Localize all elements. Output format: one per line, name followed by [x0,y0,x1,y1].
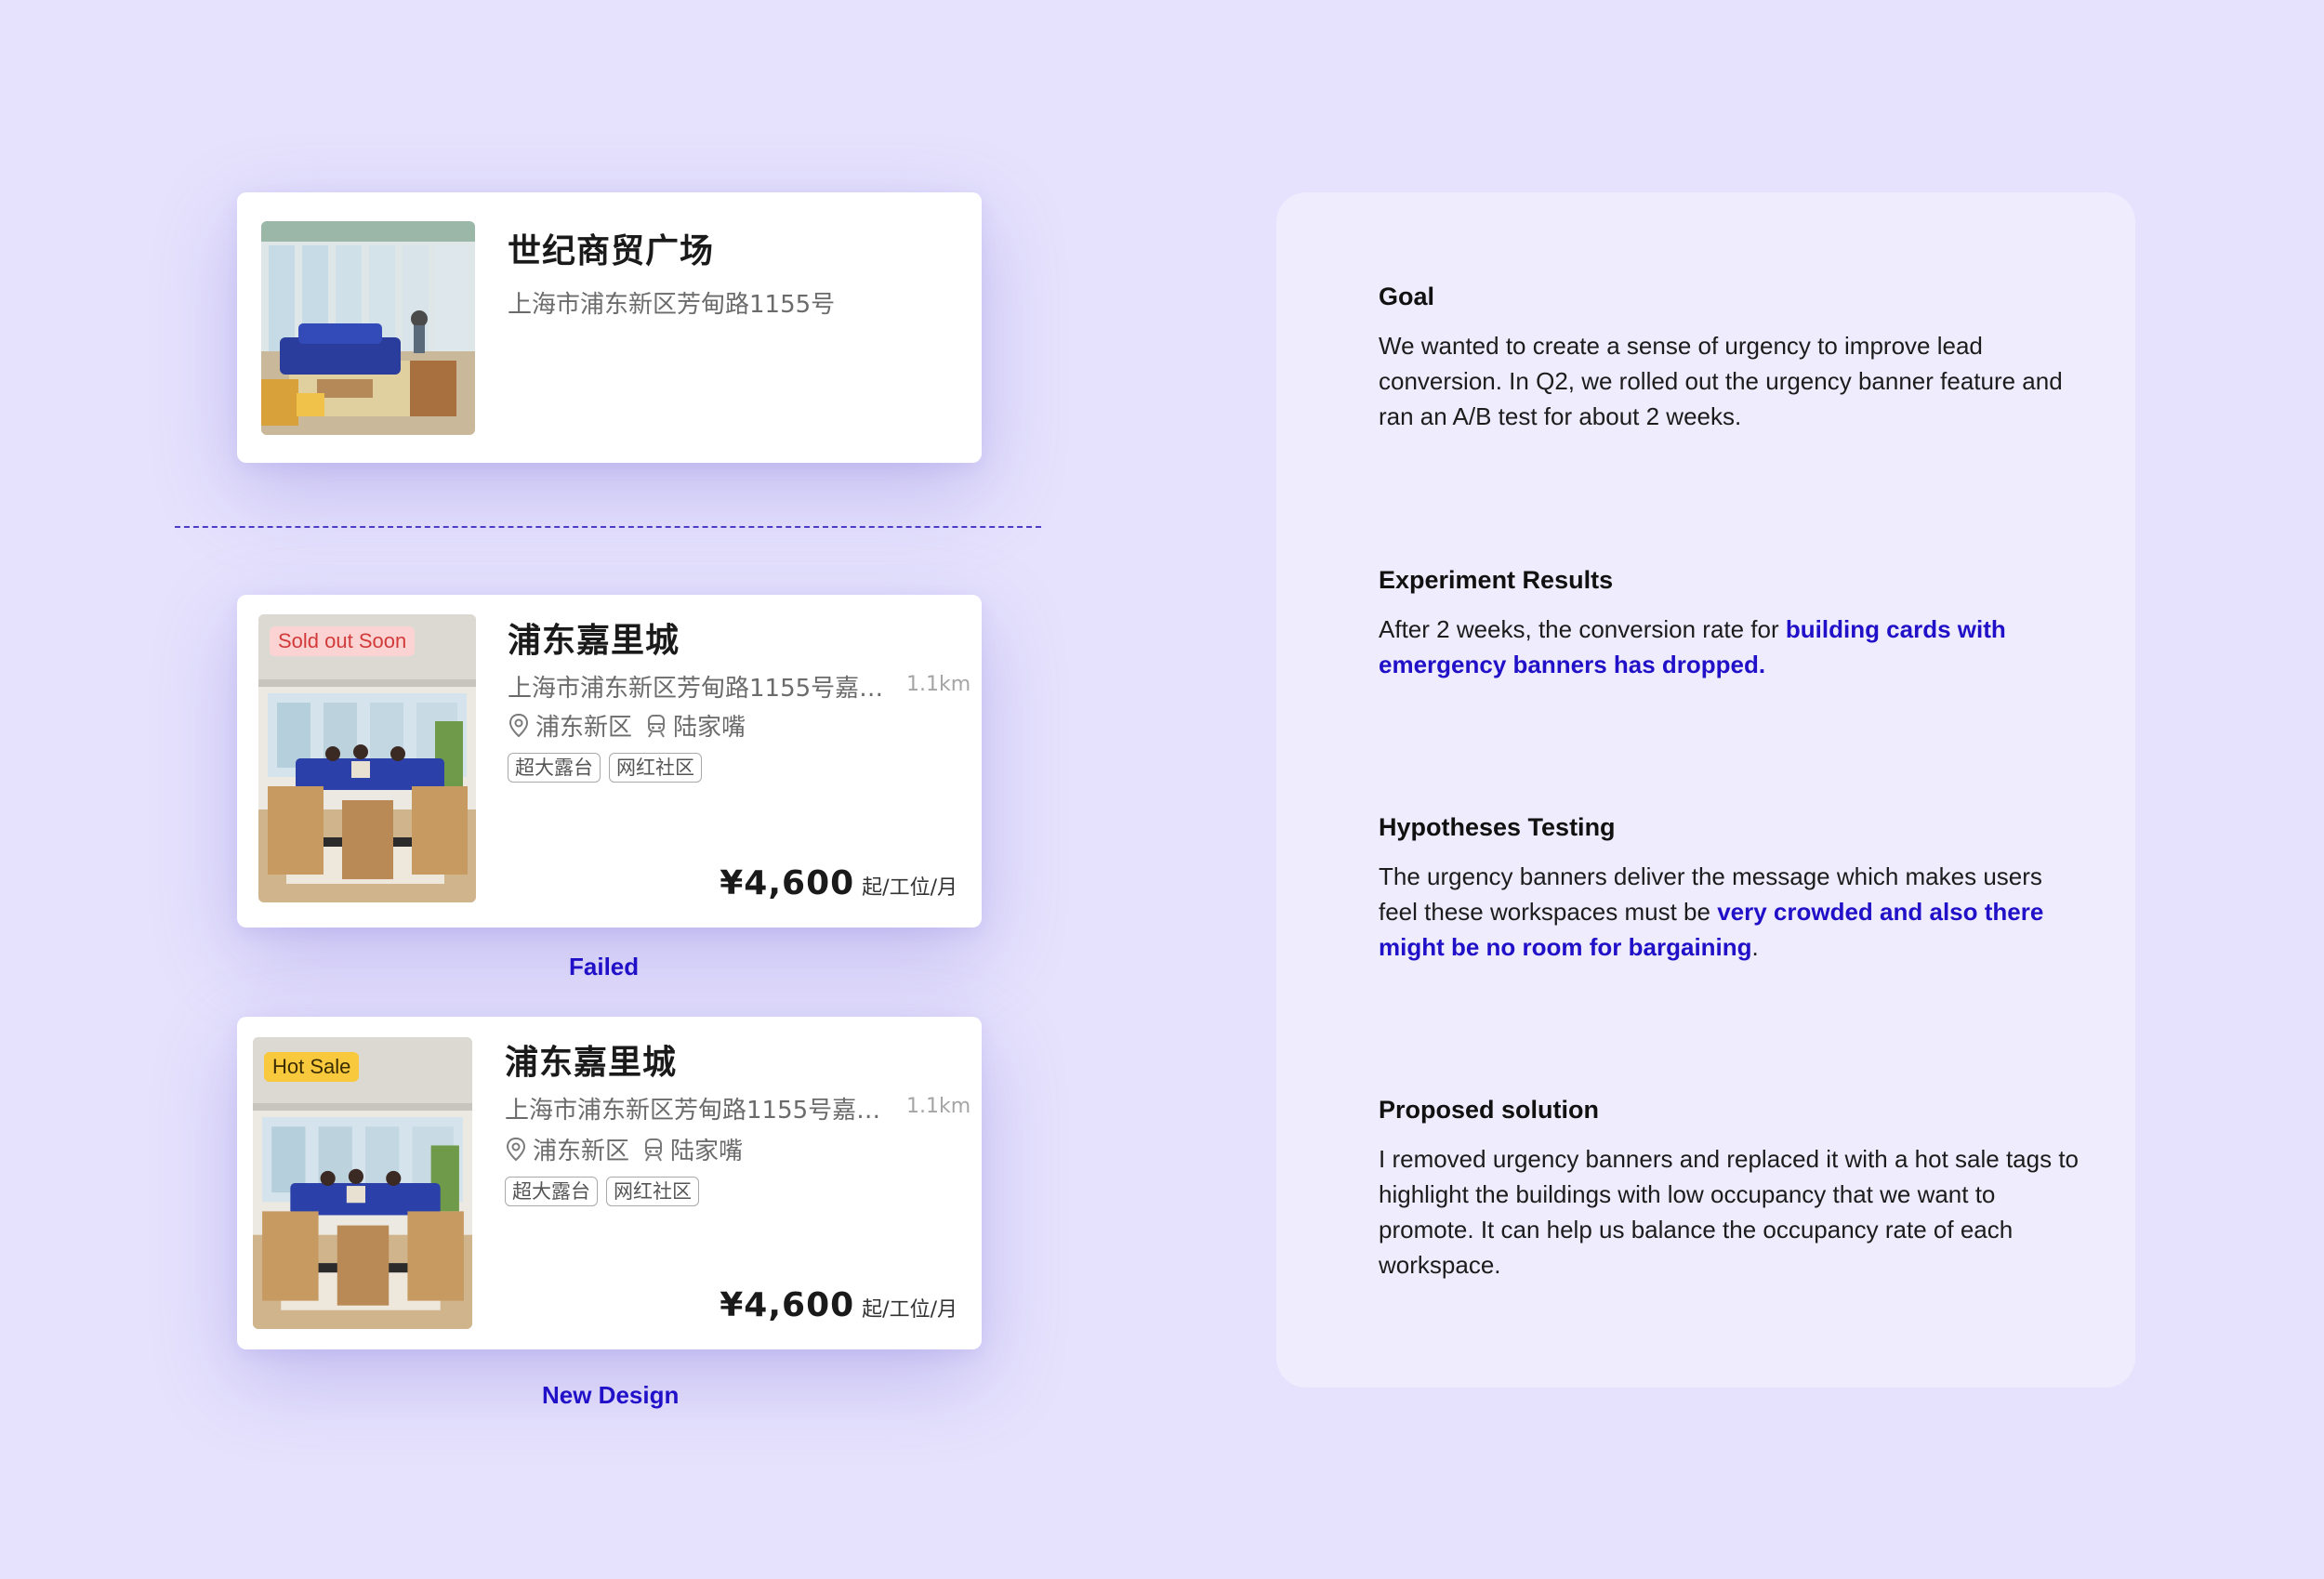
results-section: Experiment Results After 2 weeks, the co… [1379,566,2085,682]
urgency-badge: Sold out Soon [270,626,416,656]
building-card-new-design[interactable]: Hot Sale 浦东嘉里城 上海市浦东新区芳甸路1155号嘉… 1.1km 浦… [237,1017,982,1349]
building-title: 浦东嘉里城 [505,1044,678,1082]
building-address: 上海市浦东新区芳甸路1155号嘉… [508,675,884,703]
feature-tag: 网红社区 [609,753,702,783]
hot-sale-badge: Hot Sale [264,1052,360,1082]
feature-tag: 网红社区 [606,1177,699,1206]
results-heading: Experiment Results [1379,566,1614,594]
hypotheses-text-end: . [1751,933,1759,961]
hypotheses-heading: Hypotheses Testing [1379,813,1616,841]
station-label: 陆家嘴 [673,714,746,742]
goal-text: We wanted to create a sense of urgency t… [1379,332,2063,430]
building-address: 上海市浦东新区芳甸路1155号 [508,291,836,319]
hypotheses-section: Hypotheses Testing The urgency banners d… [1379,813,2085,965]
district-label: 浦东新区 [533,1138,630,1165]
distance-label: 1.1km [906,1095,971,1118]
district-label: 浦东新区 [535,714,633,742]
building-photo [258,614,476,902]
goal-section: Goal We wanted to create a sense of urge… [1379,283,2085,434]
feature-tags: 超大露台 网红社区 [505,1177,699,1206]
price: ¥4,600 起/工位/月 [720,1286,957,1324]
station-label: 陆家嘴 [670,1138,744,1165]
hypotheses-text: The urgency banners deliver the message … [1379,859,2085,965]
caption-new-design: New Design [542,1381,680,1409]
section-divider [175,526,1041,528]
distance-label: 1.1km [906,673,971,696]
price-amount: ¥4,600 [720,1286,855,1324]
feature-tag: 超大露台 [508,753,601,783]
metro-train-icon [642,1137,665,1163]
location-pin-icon [508,713,530,739]
building-address: 上海市浦东新区芳甸路1155号嘉… [505,1097,881,1125]
location-row: 浦东新区 陆家嘴 [508,708,746,743]
results-text-plain: After 2 weeks, the conversion rate for [1379,615,1786,643]
building-title: 浦东嘉里城 [508,622,680,660]
price-amount: ¥4,600 [720,864,855,902]
goal-heading: Goal [1379,283,1435,310]
metro-train-icon [645,713,667,739]
case-study-panel: Goal We wanted to create a sense of urge… [1276,192,2135,1388]
price-unit: 起/工位/月 [862,1298,957,1322]
solution-heading: Proposed solution [1379,1096,1600,1124]
feature-tags: 超大露台 网红社区 [508,753,702,783]
price-unit: 起/工位/月 [862,876,957,900]
building-title: 世纪商贸广场 [508,232,715,270]
building-card-original[interactable]: 世纪商贸广场 上海市浦东新区芳甸路1155号 [237,192,982,463]
feature-tag: 超大露台 [505,1177,598,1206]
solution-section: Proposed solution I removed urgency bann… [1379,1096,2085,1283]
location-row: 浦东新区 陆家嘴 [505,1132,743,1166]
building-card-failed[interactable]: Sold out Soon 浦东嘉里城 上海市浦东新区芳甸路1155号嘉… 1.… [237,595,982,928]
results-text: After 2 weeks, the conversion rate for b… [1379,612,2085,682]
price: ¥4,600 起/工位/月 [720,864,957,902]
caption-failed: Failed [569,953,640,980]
location-pin-icon [505,1137,527,1163]
building-photo [261,221,475,435]
solution-text: I removed urgency banners and replaced i… [1379,1145,2079,1279]
